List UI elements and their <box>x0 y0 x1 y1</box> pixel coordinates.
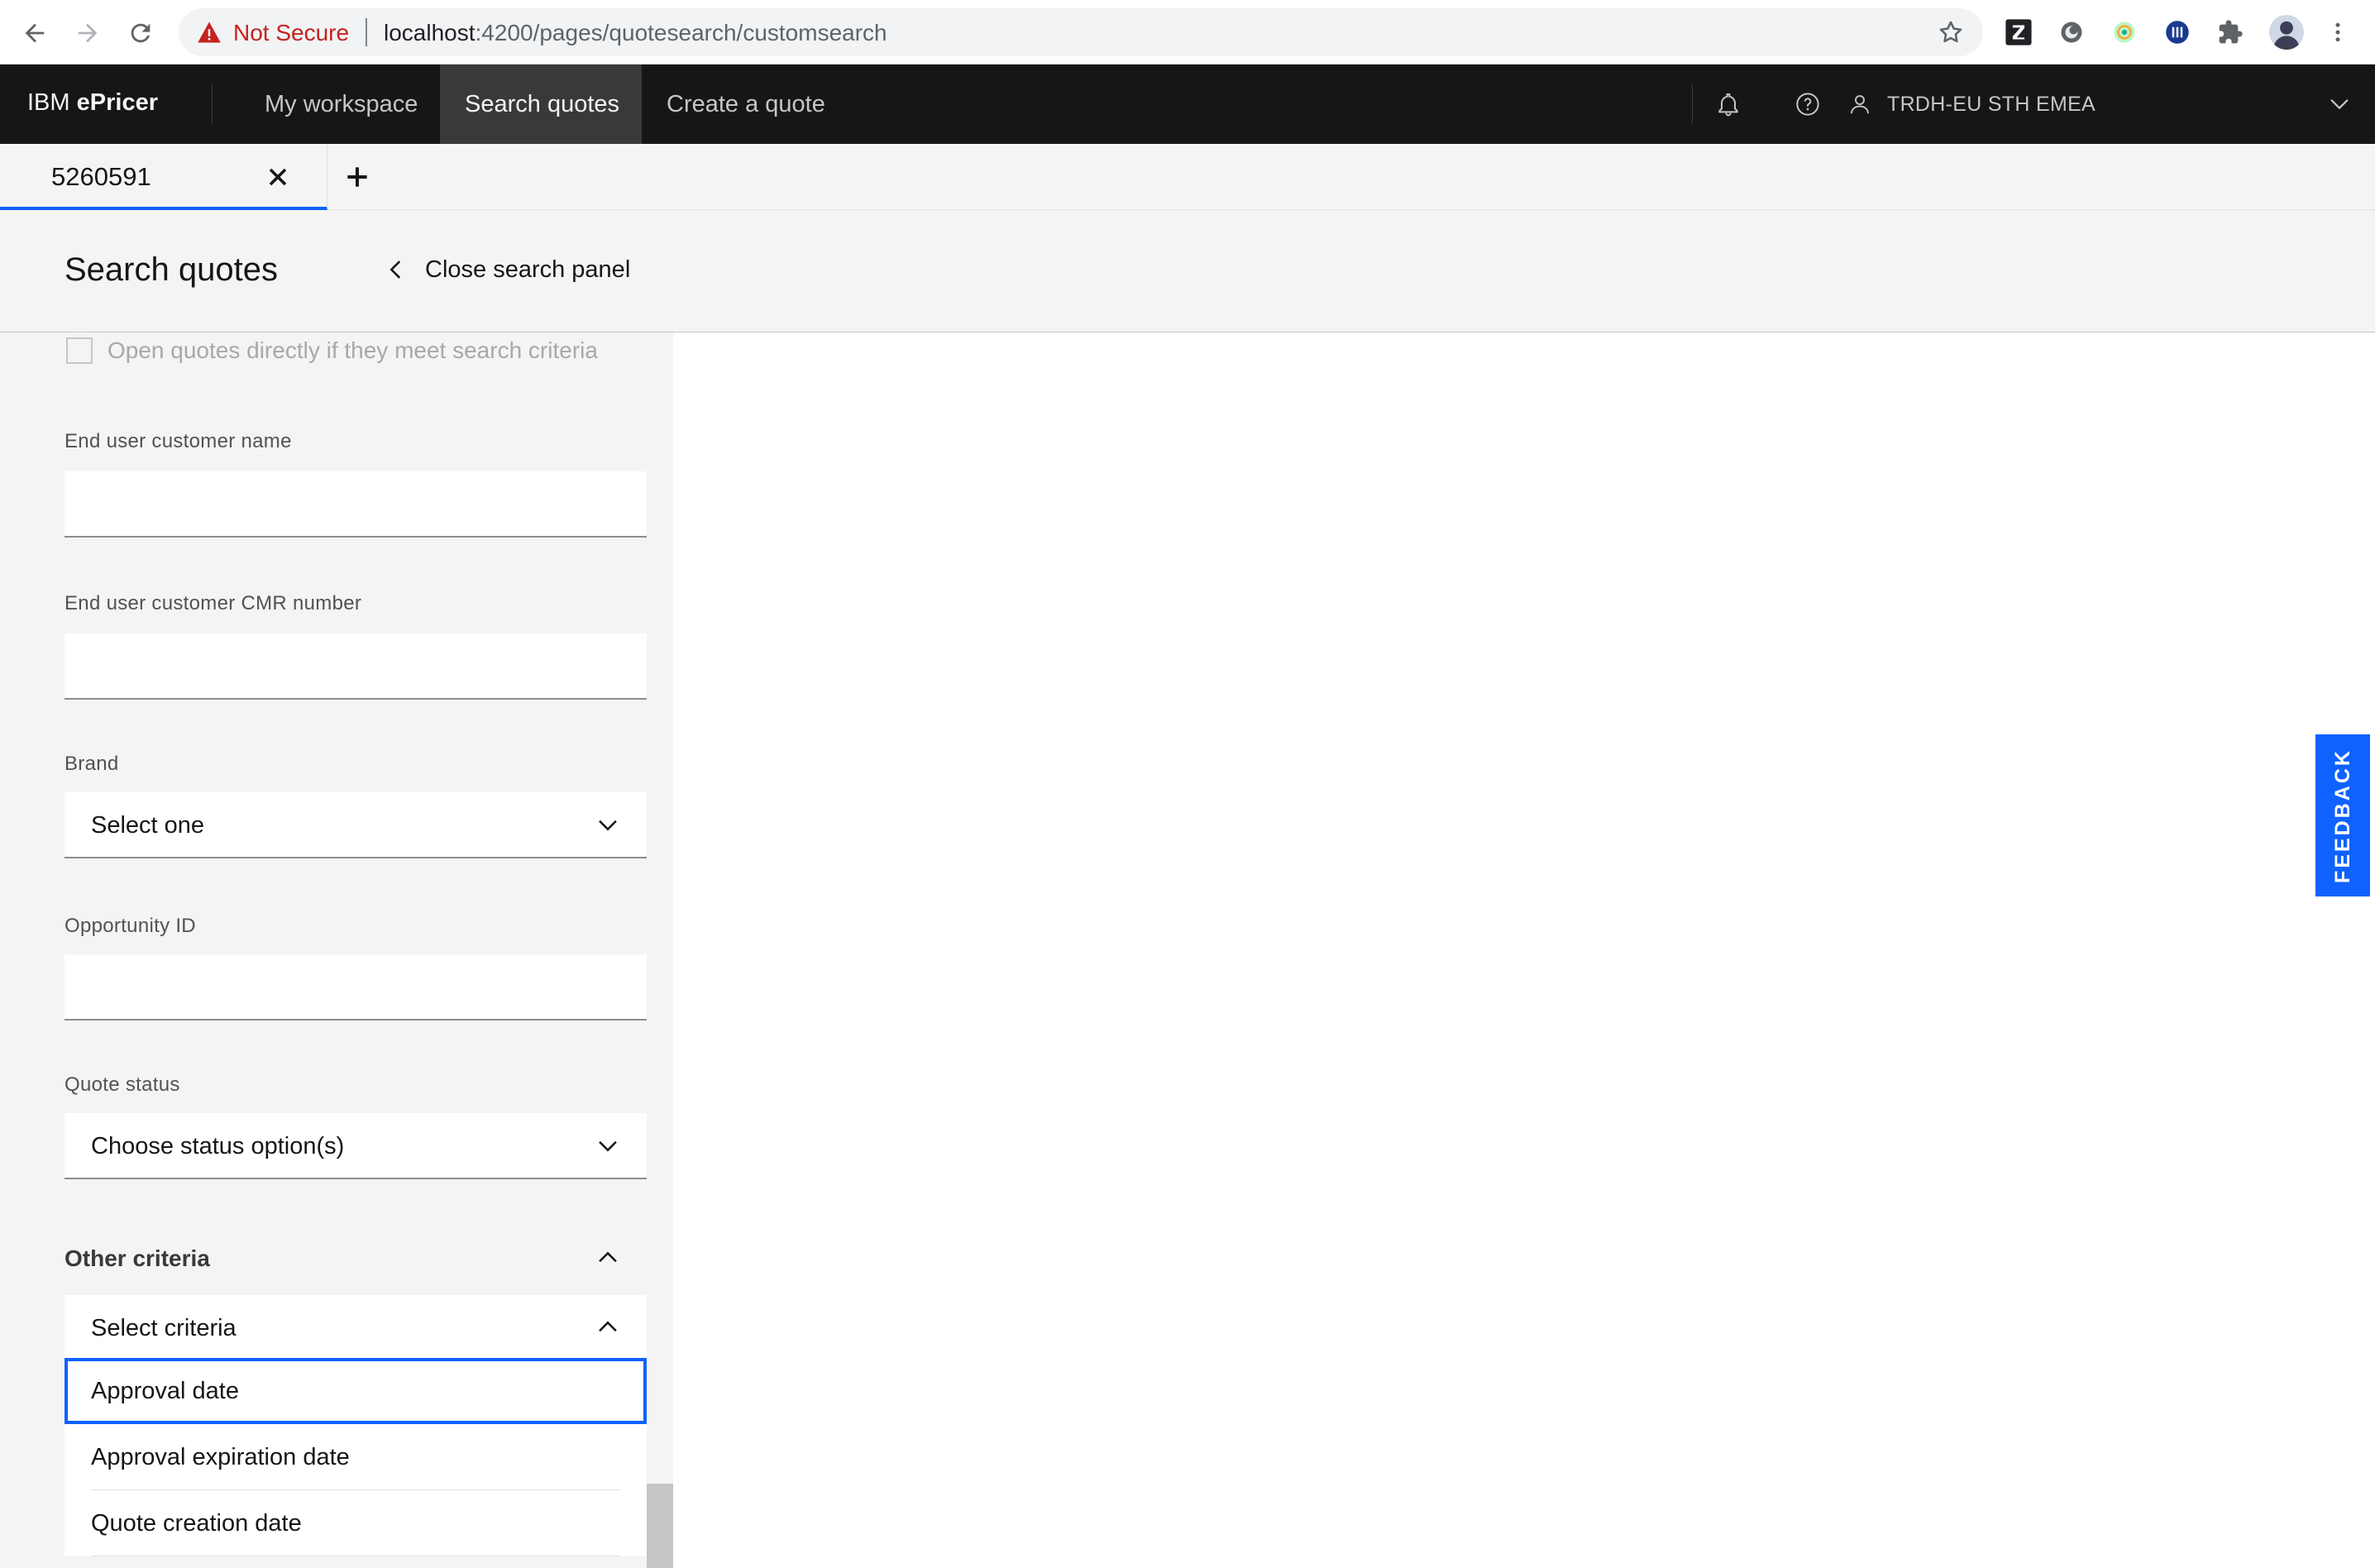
chevron-down-icon[interactable] <box>2325 89 2353 117</box>
brand-logo[interactable]: IBM ePricer <box>27 89 158 117</box>
warning-icon <box>198 22 221 43</box>
notifications-button[interactable] <box>1708 84 1748 124</box>
extension-button[interactable] <box>2163 18 2191 46</box>
browser-menu-button[interactable] <box>2324 18 2352 46</box>
nav-search-quotes[interactable]: Search quotes <box>440 65 642 144</box>
nav-my-workspace[interactable]: My workspace <box>240 65 440 144</box>
criteria-option-quote-creation-date[interactable]: Quote creation date <box>65 1490 647 1556</box>
brand-label: Brand <box>65 753 119 775</box>
open-directly-checkbox[interactable] <box>66 337 93 364</box>
extension-button[interactable] <box>2057 18 2086 46</box>
chevron-up-icon <box>599 1251 617 1263</box>
url-text[interactable]: localhost:4200/pages/quotesearch/customs… <box>384 20 887 46</box>
open-directly-checkbox-row[interactable]: Open quotes directly if they meet search… <box>66 332 598 369</box>
extension-icon <box>2061 22 2082 43</box>
reload-icon <box>131 23 151 43</box>
avatar[interactable] <box>2269 15 2304 50</box>
address-bar[interactable]: Not Secure localhost:4200/pages/quotesea… <box>179 8 1983 56</box>
extensions-button[interactable] <box>2216 18 2244 46</box>
page-title: Search quotes <box>65 251 278 288</box>
search-panel: Open quotes directly if they meet search… <box>0 332 673 1568</box>
zotero-icon <box>2005 19 2032 45</box>
quote-status-value: Choose status option(s) <box>91 1133 345 1159</box>
opportunity-id-label: Opportunity ID <box>65 915 196 937</box>
forward-button[interactable] <box>69 15 106 51</box>
browser-toolbar: Not Secure localhost:4200/pages/quotesea… <box>0 0 2375 65</box>
url-separator <box>366 18 367 46</box>
quote-tabbar: 5260591 <box>0 144 2375 210</box>
search-panel-header: Search quotes Close search panel <box>0 210 2375 332</box>
extension-button[interactable] <box>2110 18 2138 46</box>
back-button[interactable] <box>17 15 53 51</box>
reload-button[interactable] <box>122 15 159 51</box>
chevron-down-icon <box>599 1140 617 1152</box>
tab-quote-5260591[interactable]: 5260591 <box>0 144 327 210</box>
app-header: IBM ePricer My workspace Search quotes C… <box>0 65 2375 144</box>
criteria-select-value: Select criteria <box>91 1315 237 1341</box>
header-divider <box>1692 84 1693 124</box>
security-label[interactable]: Not Secure <box>233 20 349 46</box>
criteria-option-approval-expiration-date[interactable]: Approval expiration date <box>65 1424 647 1490</box>
brand-select[interactable]: Select one <box>65 792 647 858</box>
end-user-name-label: End user customer name <box>65 430 292 452</box>
other-criteria-accordion[interactable]: Other criteria <box>65 1234 647 1284</box>
feedback-label: FEEDBACK <box>2330 748 2354 883</box>
extension-icon <box>2166 21 2189 44</box>
avatar-icon <box>2269 15 2304 50</box>
help-button[interactable] <box>1788 84 1828 124</box>
bell-icon <box>1718 93 1738 117</box>
criteria-select[interactable]: Select criteria <box>65 1295 647 1361</box>
star-icon[interactable] <box>1937 18 1965 46</box>
zotero-extension[interactable] <box>2005 18 2033 46</box>
more-icon <box>2335 22 2340 42</box>
user-menu[interactable]: TRDH-EU STH EMEA <box>1847 65 2095 144</box>
opportunity-id-input[interactable] <box>65 954 647 1021</box>
criteria-option-approval-date[interactable]: Approval date <box>65 1358 647 1424</box>
close-icon[interactable] <box>263 162 293 192</box>
panel-scrollbar[interactable] <box>647 1484 673 1568</box>
end-user-cmr-input[interactable] <box>65 633 647 700</box>
other-criteria-title: Other criteria <box>65 1245 210 1271</box>
back-icon <box>25 23 45 43</box>
chevron-left-icon <box>389 261 401 279</box>
close-search-panel-button[interactable]: Close search panel <box>382 251 630 288</box>
tab-label: 5260591 <box>51 162 151 191</box>
feedback-button[interactable]: FEEDBACK <box>2315 734 2370 896</box>
puzzle-icon <box>2219 20 2243 44</box>
end-user-cmr-label: End user customer CMR number <box>65 592 362 614</box>
close-search-panel-label: Close search panel <box>425 256 631 283</box>
add-tab-icon[interactable] <box>341 160 374 194</box>
brand-select-value: Select one <box>91 812 205 839</box>
forward-icon <box>78 23 98 43</box>
brand-divider <box>212 84 213 124</box>
criteria-dropdown-list: Approval date Approval expiration date Q… <box>65 1358 647 1556</box>
quote-status-label: Quote status <box>65 1073 180 1096</box>
quote-status-select[interactable]: Choose status option(s) <box>65 1113 647 1179</box>
help-icon <box>1796 93 1819 116</box>
user-label: TRDH-EU STH EMEA <box>1887 92 2096 116</box>
chevron-down-icon <box>599 820 617 831</box>
user-icon <box>1851 95 1869 114</box>
end-user-name-input[interactable] <box>65 471 647 538</box>
extension-icon <box>2114 22 2135 43</box>
nav-create-quote[interactable]: Create a quote <box>642 65 843 144</box>
chevron-up-icon <box>599 1321 617 1332</box>
open-directly-label: Open quotes directly if they meet search… <box>108 337 598 363</box>
